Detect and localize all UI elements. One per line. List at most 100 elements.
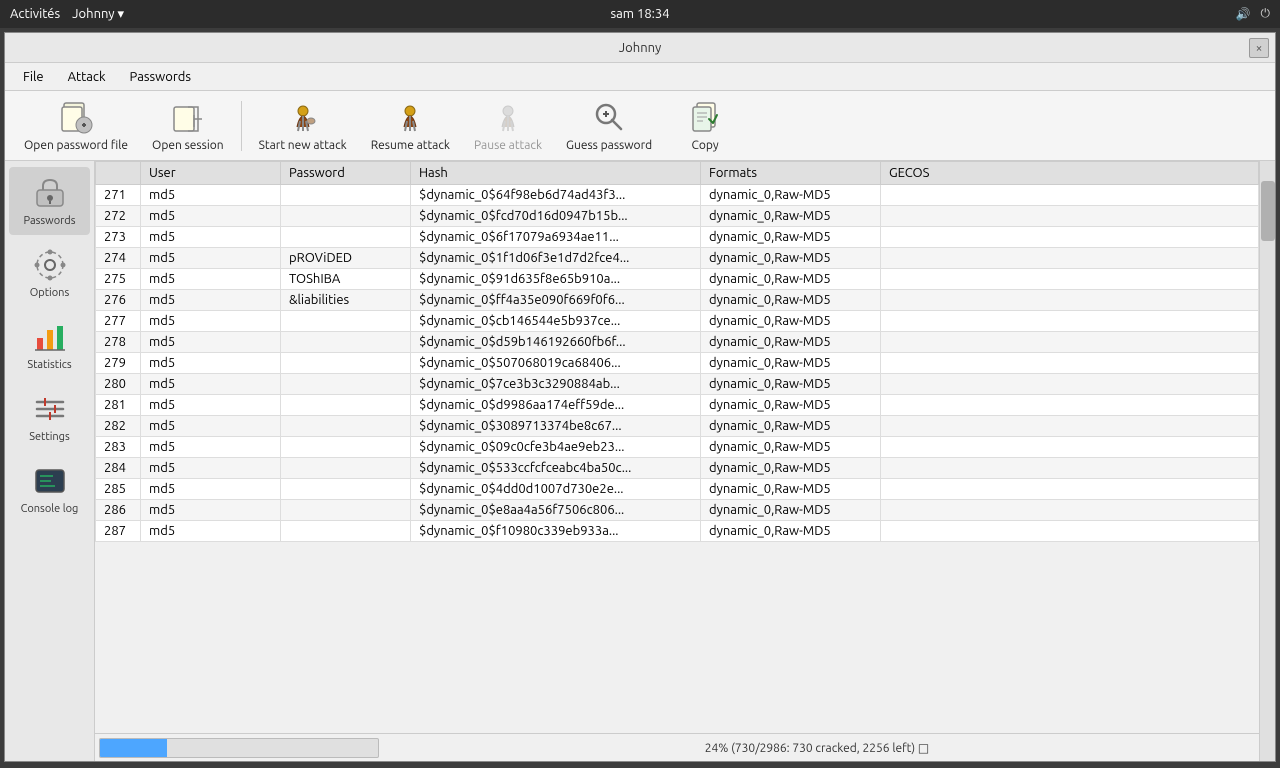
passwords-icon [32, 175, 68, 211]
guess-password-button[interactable]: Guess password [555, 95, 663, 157]
scrollbar-thumb[interactable] [1261, 181, 1275, 241]
cell-hash: $dynamic_0$64f98eb6d74ad43f3... [411, 185, 701, 206]
system-bar-right: 🔊 ⏻ [1236, 7, 1270, 21]
cell-fmt: dynamic_0,Raw-MD5 [701, 521, 881, 542]
cell-gecos [881, 479, 1259, 500]
sidebar-item-settings[interactable]: Settings [9, 383, 90, 451]
table-row[interactable]: 274 md5 pROViDED $dynamic_0$1f1d06f3e1d7… [96, 248, 1259, 269]
cell-gecos [881, 269, 1259, 290]
table-row[interactable]: 272 md5 $dynamic_0$fcd70d16d0947b15b... … [96, 206, 1259, 227]
cell-pass [281, 185, 411, 206]
table-row[interactable]: 281 md5 $dynamic_0$d9986aa174eff59de... … [96, 395, 1259, 416]
sidebar-item-statistics[interactable]: Statistics [9, 311, 90, 379]
menu-attack[interactable]: Attack [58, 67, 116, 87]
cell-pass [281, 374, 411, 395]
cell-gecos [881, 227, 1259, 248]
cell-gecos [881, 458, 1259, 479]
open-password-file-button[interactable]: Open password file [13, 95, 139, 157]
cell-hash: $dynamic_0$f10980c339eb933a... [411, 521, 701, 542]
cell-gecos [881, 290, 1259, 311]
table-row[interactable]: 283 md5 $dynamic_0$09c0cfe3b4ae9eb23... … [96, 437, 1259, 458]
sidebar-options-label: Options [30, 287, 69, 299]
cell-hash: $dynamic_0$d59b146192660fb6f... [411, 332, 701, 353]
pause-attack-icon [490, 99, 526, 135]
cell-fmt: dynamic_0,Raw-MD5 [701, 332, 881, 353]
cell-gecos [881, 395, 1259, 416]
cell-user: md5 [141, 458, 281, 479]
table-area: User Password Hash Formats GECOS 271 md5… [95, 161, 1259, 761]
sidebar-item-options[interactable]: Options [9, 239, 90, 307]
cell-fmt: dynamic_0,Raw-MD5 [701, 227, 881, 248]
cell-user: md5 [141, 269, 281, 290]
cell-user: md5 [141, 479, 281, 500]
cell-user: md5 [141, 416, 281, 437]
table-row[interactable]: 280 md5 $dynamic_0$7ce3b3c3290884ab... d… [96, 374, 1259, 395]
table-body: 271 md5 $dynamic_0$64f98eb6d74ad43f3... … [96, 185, 1259, 542]
table-row[interactable]: 285 md5 $dynamic_0$4dd0d1007d730e2e... d… [96, 479, 1259, 500]
cell-pass: &liabilities [281, 290, 411, 311]
table-row[interactable]: 275 md5 TOShIBA $dynamic_0$91d635f8e65b9… [96, 269, 1259, 290]
open-session-label: Open session [152, 139, 224, 152]
table-row[interactable]: 284 md5 $dynamic_0$533ccfcfceabc4ba50c..… [96, 458, 1259, 479]
cell-pass [281, 479, 411, 500]
table-row[interactable]: 282 md5 $dynamic_0$3089713374be8c67... d… [96, 416, 1259, 437]
close-button[interactable]: × [1249, 38, 1269, 58]
cell-gecos [881, 416, 1259, 437]
cell-fmt: dynamic_0,Raw-MD5 [701, 437, 881, 458]
system-bar-clock: sam 18:34 [610, 7, 669, 21]
app-menu-label[interactable]: Johnny ▾ [72, 7, 124, 22]
cell-user: md5 [141, 374, 281, 395]
copy-button[interactable]: Copy [665, 95, 745, 157]
pause-attack-button[interactable]: Pause attack [463, 95, 553, 157]
table-row[interactable]: 278 md5 $dynamic_0$d59b146192660fb6f... … [96, 332, 1259, 353]
table-container[interactable]: User Password Hash Formats GECOS 271 md5… [95, 161, 1259, 733]
table-row[interactable]: 276 md5 &liabilities $dynamic_0$ff4a35e0… [96, 290, 1259, 311]
cell-pass [281, 458, 411, 479]
open-password-file-label: Open password file [24, 139, 128, 152]
cell-fmt: dynamic_0,Raw-MD5 [701, 458, 881, 479]
window-title: Johnny [619, 41, 661, 55]
cell-gecos [881, 206, 1259, 227]
col-header-formats: Formats [701, 162, 881, 185]
start-new-attack-button[interactable]: Start new attack [248, 95, 358, 157]
cell-hash: $dynamic_0$ff4a35e090f669f0f6... [411, 290, 701, 311]
menu-passwords[interactable]: Passwords [120, 67, 201, 87]
cell-pass [281, 227, 411, 248]
cell-user: md5 [141, 332, 281, 353]
cell-gecos [881, 185, 1259, 206]
open-session-button[interactable]: Open session [141, 95, 235, 157]
cell-num: 274 [96, 248, 141, 269]
sidebar-item-passwords[interactable]: Passwords [9, 167, 90, 235]
cell-pass [281, 437, 411, 458]
table-row[interactable]: 287 md5 $dynamic_0$f10980c339eb933a... d… [96, 521, 1259, 542]
table-row[interactable]: 271 md5 $dynamic_0$64f98eb6d74ad43f3... … [96, 185, 1259, 206]
status-bar: 24% (730/2986: 730 cracked, 2256 left) □ [95, 733, 1259, 761]
cell-user: md5 [141, 500, 281, 521]
cell-hash: $dynamic_0$fcd70d16d0947b15b... [411, 206, 701, 227]
sidebar-item-console-log[interactable]: Console log [9, 455, 90, 523]
table-row[interactable]: 286 md5 $dynamic_0$e8aa4a56f7506c806... … [96, 500, 1259, 521]
menu-file[interactable]: File [13, 67, 54, 87]
cell-num: 278 [96, 332, 141, 353]
cell-gecos [881, 374, 1259, 395]
table-row[interactable]: 277 md5 $dynamic_0$cb146544e5b937ce... d… [96, 311, 1259, 332]
sidebar: Passwords Options [5, 161, 95, 761]
scrollbar[interactable] [1259, 161, 1275, 761]
cell-num: 283 [96, 437, 141, 458]
cell-fmt: dynamic_0,Raw-MD5 [701, 185, 881, 206]
cell-fmt: dynamic_0,Raw-MD5 [701, 374, 881, 395]
table-row[interactable]: 279 md5 $dynamic_0$507068019ca68406... d… [96, 353, 1259, 374]
cell-pass: pROViDED [281, 248, 411, 269]
resume-attack-button[interactable]: Resume attack [360, 95, 461, 157]
start-new-attack-label: Start new attack [259, 139, 347, 152]
volume-icon: 🔊 [1236, 7, 1251, 21]
cell-pass [281, 206, 411, 227]
start-new-attack-icon [285, 99, 321, 135]
resume-attack-icon [392, 99, 428, 135]
cell-user: md5 [141, 395, 281, 416]
cell-user: md5 [141, 206, 281, 227]
cell-num: 286 [96, 500, 141, 521]
table-row[interactable]: 273 md5 $dynamic_0$6f17079a6934ae11... d… [96, 227, 1259, 248]
activities-label[interactable]: Activités [10, 7, 60, 21]
cell-pass [281, 311, 411, 332]
